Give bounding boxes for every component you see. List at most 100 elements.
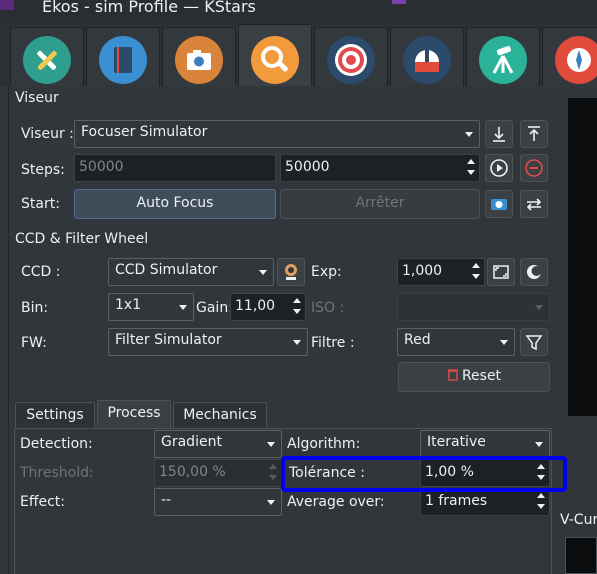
focuser-select[interactable]: Focuser Simulator [74,120,480,148]
gain-value: 11,00 [235,298,276,314]
filter-select[interactable]: Red [397,328,515,356]
focuser-select-value: Focuser Simulator [81,124,208,140]
tab-settings[interactable]: Settings [15,402,95,429]
camera-icon [175,36,223,84]
focus-out-button[interactable] [520,120,548,148]
gain-field[interactable]: 11,00 [230,293,306,321]
gain-spinner[interactable] [290,295,304,319]
auto-focus-button[interactable]: Auto Focus [74,189,276,219]
algorithm-select[interactable]: Iterative [420,430,550,458]
tab-align[interactable] [466,27,540,86]
algorithm-label: Algorithm: [287,436,361,452]
reset-button[interactable]: Reset [398,362,550,392]
exposure-spinner[interactable] [469,260,483,284]
vcurve-label: V-Cur [560,512,597,528]
start-label: Start: [21,196,60,212]
window-titlebar: Ekos - sim Profile — KStars [0,0,597,22]
bin-select[interactable]: 1x1 [108,293,194,321]
exposure-field[interactable]: 1,000 [397,258,485,286]
average-over-label: Average over: [287,494,385,510]
iso-label: ISO : [311,300,345,316]
filtre-label: Filtre : [311,335,355,351]
average-over-spinner[interactable] [534,490,548,514]
ccd-select[interactable]: CCD Simulator [108,258,274,286]
arrow-up-to-line-icon [528,126,540,141]
threshold-field[interactable]: 150,00 % [154,459,282,487]
detection-value: Gradient [161,434,222,450]
trash-icon [447,369,458,381]
stop-button[interactable]: Arrêter [280,189,480,219]
titlebar-accent [392,0,406,4]
arrow-down-to-line-icon [493,127,505,142]
bin-label: Bin: [21,300,49,316]
observatory-icon [403,36,451,84]
filter-settings-button[interactable] [520,328,548,356]
tab-guide[interactable] [314,27,388,86]
fw-label: FW: [21,335,47,351]
frame-button[interactable] [487,258,515,286]
funnel-icon [525,335,543,351]
detection-label: Detection: [20,436,93,452]
steps-current-field: 50000 [74,154,276,182]
tolerance-highlight-box [281,456,567,492]
stop-goto-button[interactable] [520,154,548,182]
focus-in-button[interactable] [485,120,513,148]
exposure-value: 1,000 [402,263,443,279]
reset-label: Reset [461,368,502,384]
notebook-icon [99,36,147,84]
steps-target-field[interactable]: 50000 [280,154,480,182]
chevron-down-icon [179,305,187,310]
detection-select[interactable]: Gradient [154,430,282,458]
magnifier-icon [251,36,299,84]
tab-analyze[interactable] [542,27,597,86]
average-over-field[interactable]: 1 frames [420,488,550,516]
goto-button[interactable] [485,154,513,182]
window-title: Ekos - sim Profile — KStars [42,0,256,16]
capture-preview-button[interactable] [485,190,513,218]
threshold-spinner[interactable] [266,461,280,485]
tab-mechanics[interactable]: Mechanics [173,402,267,429]
chevron-down-icon [535,305,543,310]
filter-wheel-value: Filter Simulator [115,332,222,348]
steps-spinner[interactable] [464,156,478,180]
focus-frame-view[interactable] [568,98,597,416]
chevron-down-icon [465,132,473,137]
webcam-icon [285,264,297,280]
app-icon [0,0,14,10]
tab-capture[interactable] [162,27,236,86]
tab-process[interactable]: Process [97,400,171,429]
tab-focus[interactable] [238,24,312,88]
viseur-label: Viseur : [21,126,74,142]
stop-circle-icon [525,159,543,177]
chevron-down-icon [267,442,275,447]
filter-select-value: Red [404,332,431,348]
filter-subframe-button[interactable] [520,258,548,286]
effect-label: Effect: [20,494,66,510]
vcurve-plot[interactable] [565,537,597,574]
compass-icon [555,36,597,84]
loop-button[interactable] [520,190,548,218]
ccd-options-button[interactable] [277,258,305,286]
fullscreen-icon [493,265,509,279]
play-circle-icon [490,159,508,177]
chevron-down-icon [259,270,267,275]
exp-label: Exp: [311,264,342,280]
target-icon [327,36,375,84]
iso-select[interactable] [397,293,550,321]
camera-small-icon [491,199,507,210]
gain-label: Gain: [196,300,233,316]
ccd-label: CCD : [21,264,61,280]
chevron-down-icon [535,442,543,447]
tab-setup[interactable] [10,27,84,86]
steps-label: Steps: [21,162,65,178]
filter-wheel-select[interactable]: Filter Simulator [108,328,308,356]
effect-select[interactable]: -- [154,488,282,516]
tab-observatory[interactable] [390,27,464,86]
tools-icon [23,36,71,84]
bin-select-value: 1x1 [115,297,142,313]
ccd-select-value: CCD Simulator [115,262,218,278]
repeat-icon [526,198,542,211]
chevron-down-icon [500,340,508,345]
chevron-down-icon [267,500,275,505]
tab-scheduler[interactable] [86,27,160,86]
